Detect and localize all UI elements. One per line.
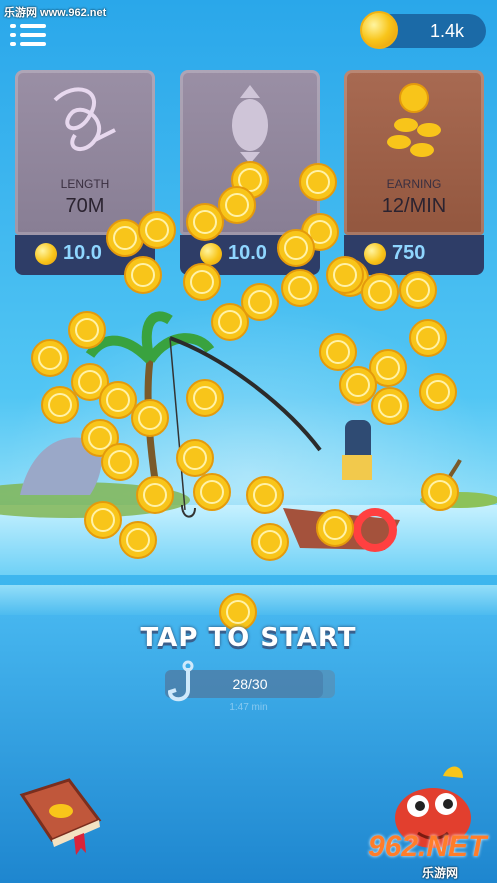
- menu-button[interactable]: [10, 22, 48, 48]
- watermark-logo: 962.NET: [368, 830, 487, 863]
- coin-balance-value: 1.4k: [429, 21, 464, 41]
- flying-coin: [106, 219, 144, 257]
- flying-coin: [316, 509, 354, 547]
- flying-coin: [281, 269, 319, 307]
- flying-coin: [124, 256, 162, 294]
- flying-coin: [101, 443, 139, 481]
- flying-coin: [186, 203, 224, 241]
- flying-coin: [246, 476, 284, 514]
- flying-coin: [399, 271, 437, 309]
- flying-coin: [131, 399, 169, 437]
- menu-icon: [10, 24, 16, 28]
- flying-coin: [277, 229, 315, 267]
- flying-coin: [119, 521, 157, 559]
- flying-coin: [419, 373, 457, 411]
- flying-coin: [68, 311, 106, 349]
- flying-coin: [251, 523, 289, 561]
- flying-coin: [84, 501, 122, 539]
- book-button[interactable]: [14, 775, 106, 855]
- flying-coin: [218, 186, 256, 224]
- flying-coin: [326, 256, 364, 294]
- flying-coin: [371, 387, 409, 425]
- hook-icon: [167, 660, 194, 702]
- flying-coin: [41, 386, 79, 424]
- flying-coin: [339, 366, 377, 404]
- flying-coin: [193, 473, 231, 511]
- coin-balance: 1.4k: [360, 11, 486, 49]
- flying-coin: [136, 476, 174, 514]
- book-icon: [19, 778, 102, 855]
- flying-coins: [31, 161, 459, 631]
- flying-coin: [99, 381, 137, 419]
- flying-coin: [211, 303, 249, 341]
- flying-coin: [176, 439, 214, 477]
- flying-coin: [409, 319, 447, 357]
- flying-coin: [138, 211, 176, 249]
- flying-coin: [421, 473, 459, 511]
- tap-to-start[interactable]: TAP TO START: [0, 623, 497, 653]
- flying-coin: [31, 339, 69, 377]
- flying-coin: [319, 333, 357, 371]
- watermark-top: 乐游网 www.962.net: [4, 7, 107, 19]
- flying-coin: [299, 163, 337, 201]
- flying-coin: [361, 273, 399, 311]
- watermark-bottom: 962.NET 乐游网: [362, 830, 497, 880]
- timer-text: 1:47 min: [229, 702, 268, 713]
- coin-icon: [360, 11, 398, 49]
- flying-coin: [186, 379, 224, 417]
- flying-coin: [183, 263, 221, 301]
- watermark-sub: 乐游网: [422, 866, 459, 880]
